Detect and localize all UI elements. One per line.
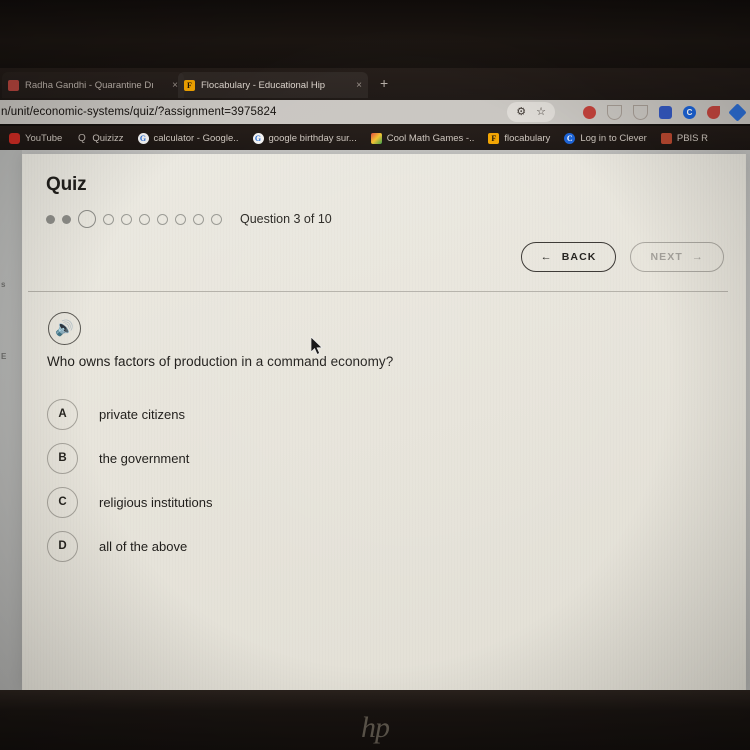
next-button[interactable]: NEXT → bbox=[630, 242, 724, 272]
bookmark-flocabulary-label: flocabulary bbox=[504, 132, 551, 144]
quiz-card: Quiz Question 3 of 10 ← BACK NEXT → 🔊 Wh… bbox=[22, 154, 746, 690]
bookmark-flocabulary[interactable]: F flocabulary bbox=[481, 126, 557, 150]
google-icon: G bbox=[137, 132, 149, 144]
bookmark-calculator-label: calculator - Google.. bbox=[153, 132, 239, 144]
bookmark-pbis[interactable]: PBIS R bbox=[654, 126, 715, 150]
next-button-label: NEXT bbox=[650, 251, 683, 263]
pbis-icon bbox=[660, 132, 672, 144]
tab-1-favicon bbox=[8, 79, 19, 91]
progress-dot-2[interactable] bbox=[62, 214, 71, 224]
extensions-puzzle-icon[interactable]: ⚙ bbox=[516, 104, 526, 120]
choice-text-b: the government bbox=[99, 450, 190, 466]
header-divider bbox=[28, 291, 728, 292]
question-counter-label: Question 3 of 10 bbox=[240, 212, 332, 226]
bookmarks-bar: YouTube Q Quizizz G calculator - Google.… bbox=[0, 126, 750, 150]
bookmark-coolmath-label: Cool Math Games -.. bbox=[386, 132, 475, 144]
bookmark-youtube[interactable]: YouTube bbox=[2, 126, 69, 150]
shield-extension-icon-2[interactable] bbox=[633, 104, 648, 120]
read-aloud-audio-button[interactable]: 🔊 bbox=[48, 312, 81, 345]
pink-extension-icon[interactable] bbox=[707, 105, 720, 119]
arrow-left-icon: ← bbox=[540, 251, 553, 263]
clever-icon: C bbox=[564, 132, 576, 144]
answer-choice-c[interactable]: C religious institutions bbox=[47, 480, 467, 524]
browser-tab-strip: Radha Gandhi - Quarantine Dı × F Flocabu… bbox=[0, 68, 750, 100]
bookmark-clever[interactable]: C Log in to Clever bbox=[557, 126, 654, 150]
choice-letter-d: D bbox=[47, 530, 78, 562]
answer-choice-list: A private citizens B the government C re… bbox=[47, 392, 467, 568]
google-icon-2: G bbox=[252, 132, 264, 144]
bookmark-youtube-label: YouTube bbox=[25, 132, 63, 144]
bookmark-clever-label: Log in to Clever bbox=[580, 132, 647, 144]
recording-extension-icon[interactable] bbox=[583, 105, 596, 119]
page-left-gutter: s E bbox=[0, 150, 22, 690]
bookmark-quizizz[interactable]: Q Quizizz bbox=[69, 126, 130, 150]
tab-2-title: Flocabulary - Educational Hip bbox=[201, 79, 326, 91]
address-bar-url[interactable]: n/unit/economic-systems/quiz/?assignment… bbox=[0, 106, 277, 118]
question-text: Who owns factors of production in a comm… bbox=[47, 354, 394, 369]
bookmark-star-icon[interactable]: ☆ bbox=[536, 104, 546, 120]
choice-letter-a: A bbox=[47, 398, 78, 430]
coolmath-icon bbox=[370, 132, 382, 144]
choice-letter-c: C bbox=[47, 486, 78, 518]
flocabulary-icon: F bbox=[488, 132, 500, 144]
answer-choice-a[interactable]: A private citizens bbox=[47, 392, 467, 436]
choice-letter-b: B bbox=[47, 442, 78, 474]
back-button[interactable]: ← BACK bbox=[520, 242, 617, 272]
bookmark-coolmath[interactable]: Cool Math Games -.. bbox=[364, 126, 482, 150]
progress-dot-10[interactable] bbox=[211, 213, 222, 225]
progress-dot-3-current[interactable] bbox=[78, 210, 96, 228]
bookmark-calculator[interactable]: G calculator - Google.. bbox=[131, 126, 246, 150]
arrow-right-icon: → bbox=[691, 251, 704, 263]
shield-extension-icon-1[interactable] bbox=[607, 104, 622, 120]
clever-extension-icon[interactable]: C bbox=[683, 105, 696, 119]
new-tab-button[interactable]: + bbox=[380, 74, 388, 92]
blue-extension-icon[interactable] bbox=[659, 105, 672, 119]
speaker-icon: 🔊 bbox=[55, 320, 74, 337]
bookmark-pbis-label: PBIS R bbox=[676, 132, 709, 144]
progress-dot-7[interactable] bbox=[157, 213, 168, 225]
omnibox-action-group: ⚙ ☆ bbox=[507, 102, 555, 122]
browser-tab-2[interactable]: F Flocabulary - Educational Hip × bbox=[178, 72, 368, 98]
gutter-text-fragment-2: E bbox=[1, 352, 7, 361]
browser-tab-1[interactable]: Radha Gandhi - Quarantine Dı × bbox=[2, 72, 184, 98]
page-viewport: s E Quiz Question 3 of 10 ← BACK NEXT → … bbox=[0, 150, 750, 690]
choice-text-c: religious institutions bbox=[99, 494, 213, 510]
bookmark-google-birthday[interactable]: G google birthday sur... bbox=[246, 126, 364, 150]
progress-dot-1[interactable] bbox=[46, 214, 55, 224]
progress-dot-5[interactable] bbox=[121, 213, 132, 225]
tab-1-close-icon[interactable]: × bbox=[168, 80, 178, 91]
page-title: Quiz bbox=[46, 174, 87, 195]
choice-text-a: private citizens bbox=[99, 406, 185, 422]
choice-text-d: all of the above bbox=[99, 538, 188, 554]
answer-choice-d[interactable]: D all of the above bbox=[47, 524, 467, 568]
bookmark-quizizz-label: Quizizz bbox=[92, 132, 124, 144]
extension-icon-tray: C bbox=[583, 102, 747, 122]
quiz-nav-buttons: ← BACK NEXT → bbox=[520, 242, 724, 272]
tab-2-close-icon[interactable]: × bbox=[352, 80, 362, 91]
tab-1-title: Radha Gandhi - Quarantine Dı bbox=[25, 79, 154, 91]
screen-dark-top-area bbox=[0, 0, 750, 68]
answer-choice-b[interactable]: B the government bbox=[47, 436, 467, 480]
gutter-text-fragment-1: s bbox=[1, 280, 6, 289]
progress-dot-4[interactable] bbox=[103, 213, 114, 225]
quiz-progress-indicator: Question 3 of 10 bbox=[46, 210, 332, 228]
hp-logo: hp bbox=[361, 711, 390, 744]
tab-2-favicon: F bbox=[184, 79, 195, 91]
progress-dot-8[interactable] bbox=[175, 213, 186, 225]
youtube-icon bbox=[9, 132, 20, 144]
quizizz-search-icon: Q bbox=[77, 132, 86, 144]
progress-dot-9[interactable] bbox=[193, 213, 204, 225]
diamond-extension-icon[interactable] bbox=[728, 102, 747, 122]
bookmark-google-birthday-label: google birthday sur... bbox=[268, 132, 357, 144]
laptop-screen-photo: Radha Gandhi - Quarantine Dı × F Flocabu… bbox=[0, 0, 750, 750]
back-button-label: BACK bbox=[561, 251, 597, 263]
progress-dot-6[interactable] bbox=[139, 213, 150, 225]
